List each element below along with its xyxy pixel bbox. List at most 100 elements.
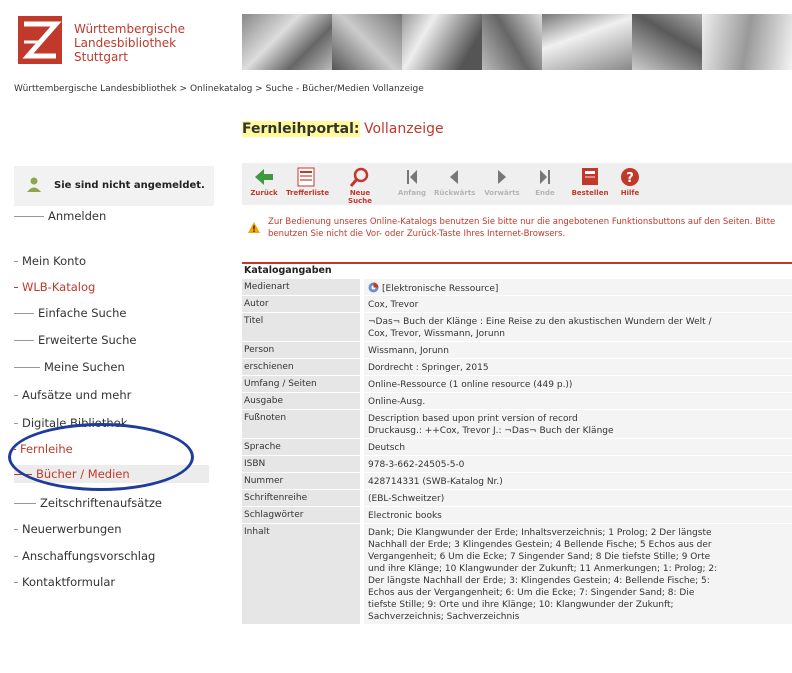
- field-value-line: Dank; Die Klangwunder der Erde; Inhaltsv…: [368, 527, 788, 539]
- field-value: 428714331 (SWB-Katalog Nr.): [364, 473, 792, 489]
- login-status: Sie sind nicht angemeldet.: [14, 166, 214, 206]
- last-page-icon: [540, 170, 550, 184]
- nav-dash: [14, 340, 34, 341]
- sidebar-item-zeitschriftenaufsaetze[interactable]: Zeitschriftenaufsätze: [14, 496, 162, 510]
- field-value: 978-3-662-24505-5-0: [364, 456, 792, 472]
- search-icon: [349, 167, 369, 187]
- breadcrumb[interactable]: Württembergische Landesbibliothek > Onli…: [14, 84, 424, 94]
- logo-line: Landesbibliothek: [74, 36, 177, 50]
- sidebar-item-buecher-medien[interactable]: Bücher / Medien: [14, 465, 209, 483]
- nav-dash: [14, 449, 16, 450]
- help-label: Hilfe: [620, 189, 640, 197]
- table-row: Person Wissmann, Jorunn: [242, 341, 792, 358]
- field-value: ¬Das¬ Buch der Klänge : Eine Reise zu de…: [364, 313, 792, 341]
- field-value-line: und ihre Klänge; 10 Klangwunder der Zuku…: [368, 563, 788, 575]
- field-value-text: und ihre Klänge; 10 Klangwunder der Zuku…: [368, 564, 718, 574]
- nav-dash: [14, 367, 40, 368]
- sidebar-item-meine-suchen[interactable]: Meine Suchen: [14, 360, 125, 374]
- field-value-text: Cox, Trevor: [368, 300, 419, 310]
- first-button[interactable]: Anfang: [392, 167, 432, 197]
- field-value-line: Cox, Trevor, Wissmann, Jorunn: [368, 328, 788, 340]
- sidebar-item-einfache-suche[interactable]: Einfache Suche: [14, 306, 126, 320]
- table-row: Inhalt Dank; Die Klangwunder der Erde; In…: [242, 523, 792, 624]
- field-value-line: Echos aus der Vergangenheit; 6: Um die E…: [368, 587, 788, 599]
- field-label: Inhalt: [242, 524, 360, 624]
- field-value-text: Online-Ressource (1 online resource (449…: [368, 380, 573, 390]
- nav-label: WLB-Katalog: [22, 280, 96, 294]
- order-button[interactable]: Bestellen: [570, 167, 610, 197]
- field-value-text: Echos aus der Vergangenheit; 6: Um die E…: [368, 588, 695, 598]
- sidebar-item-erweiterte-suche[interactable]: Erweiterte Suche: [14, 333, 137, 347]
- field-label: Medienart: [242, 279, 360, 295]
- field-value-text: Description based upon print version of …: [368, 414, 578, 424]
- nav-label: Erweiterte Suche: [38, 333, 137, 347]
- list-icon: [297, 167, 315, 187]
- next-button[interactable]: Vorwärts: [482, 167, 522, 197]
- field-label: erschienen: [242, 359, 360, 375]
- sidebar-item-anmelden[interactable]: Anmelden: [14, 209, 106, 223]
- header-banner-image: [242, 14, 792, 70]
- first-label: Anfang: [397, 189, 427, 197]
- toolbar: Zurück Trefferliste Neue Suche Anfang Rü…: [242, 163, 792, 205]
- nav-label: Neuerwerbungen: [22, 522, 122, 536]
- field-value: Cox, Trevor: [364, 296, 792, 312]
- field-value: (EBL-Schweitzer): [364, 490, 792, 506]
- warning-text: Zur Bedienung unseres Online-Katalogs be…: [268, 217, 776, 239]
- nav-dash: [14, 556, 18, 557]
- field-value-text: Cox, Trevor, Wissmann, Jorunn: [368, 329, 505, 339]
- field-value-text: Nachhall der Erde; 3 Klingendes Gestein;…: [368, 540, 712, 550]
- field-value-text: Dordrecht : Springer, 2015: [368, 363, 489, 373]
- library-logo[interactable]: Württembergische Landesbibliothek Stuttg…: [18, 16, 223, 68]
- field-label: Nummer: [242, 473, 360, 489]
- nav-dash: [14, 287, 18, 288]
- sidebar-item-mein-konto[interactable]: Mein Konto: [14, 254, 86, 268]
- field-label: Fußnoten: [242, 410, 360, 438]
- nav-label: Fernleihe: [20, 442, 73, 456]
- field-label: Sprache: [242, 439, 360, 455]
- sidebar-item-neuerwerbungen[interactable]: Neuerwerbungen: [14, 522, 122, 536]
- field-label: Schriftenreihe: [242, 490, 360, 506]
- field-label: Umfang / Seiten: [242, 376, 360, 392]
- nav-label: Einfache Suche: [38, 306, 127, 320]
- field-label: ISBN: [242, 456, 360, 472]
- field-value-text: Sachverzeichnis; Sachverzeichnis: [368, 612, 520, 622]
- field-value-text: Deutsch: [368, 443, 406, 453]
- field-value-text: Dank; Die Klangwunder der Erde; Inhaltsv…: [368, 528, 712, 538]
- last-button[interactable]: Ende: [525, 167, 565, 197]
- sidebar-item-digitale-bibliothek[interactable]: Digitale Bibliothek: [14, 416, 127, 430]
- prev-page-icon: [450, 170, 458, 184]
- sidebar-item-aufsaetze[interactable]: Aufsätze und mehr: [14, 388, 131, 402]
- new-search-button[interactable]: Neue Suche: [340, 167, 380, 205]
- nav-label: Digitale Bibliothek: [22, 416, 128, 430]
- nav-label: Mein Konto: [22, 254, 86, 268]
- nav-dash: [14, 313, 34, 314]
- sidebar-item-anschaffungsvorschlag[interactable]: Anschaffungsvorschlag: [14, 549, 155, 563]
- field-value-line: tiefste Stille; 9: Orte und ihre Klänge;…: [368, 599, 788, 611]
- field-value-line: Online-Ressource (1 online resource (449…: [368, 379, 788, 391]
- hitlist-button[interactable]: Trefferliste: [286, 167, 329, 197]
- nav-dash: [14, 395, 18, 396]
- field-value-line: Der längste Nachhall der Erde; 3: Klinge…: [368, 575, 788, 587]
- table-row: Schriftenreihe (EBL-Schweitzer): [242, 489, 792, 506]
- field-value-text: Online-Ausg.: [368, 397, 426, 407]
- prev-button[interactable]: Rückwärts: [434, 167, 476, 197]
- nav-label: Kontaktformular: [22, 575, 116, 589]
- field-value: Dordrecht : Springer, 2015: [364, 359, 792, 375]
- prev-label: Rückwärts: [434, 189, 476, 197]
- field-value-text: 428714331 (SWB-Katalog Nr.): [368, 477, 503, 487]
- wlb-logo-icon: [18, 16, 62, 64]
- logo-line: Württembergische: [74, 22, 185, 36]
- nav-dash: [14, 261, 18, 262]
- back-button[interactable]: Zurück: [244, 167, 284, 197]
- table-row: erschienen Dordrecht : Springer, 2015: [242, 358, 792, 375]
- login-status-text: Sie sind nicht angemeldet.: [54, 180, 205, 191]
- sidebar-item-wlb-katalog[interactable]: WLB-Katalog: [14, 280, 95, 294]
- sidebar-item-fernleihe[interactable]: Fernleihe: [14, 442, 73, 456]
- field-value-line: Online-Ausg.: [368, 396, 788, 408]
- sidebar-item-kontaktformular[interactable]: Kontaktformular: [14, 575, 115, 589]
- field-value-text: (EBL-Schweitzer): [368, 494, 445, 504]
- logo-line: Stuttgart: [74, 50, 128, 64]
- nav-label: Aufsätze und mehr: [22, 388, 132, 402]
- help-button[interactable]: ? Hilfe: [610, 167, 650, 197]
- logo-text: Württembergische Landesbibliothek Stuttg…: [74, 22, 185, 64]
